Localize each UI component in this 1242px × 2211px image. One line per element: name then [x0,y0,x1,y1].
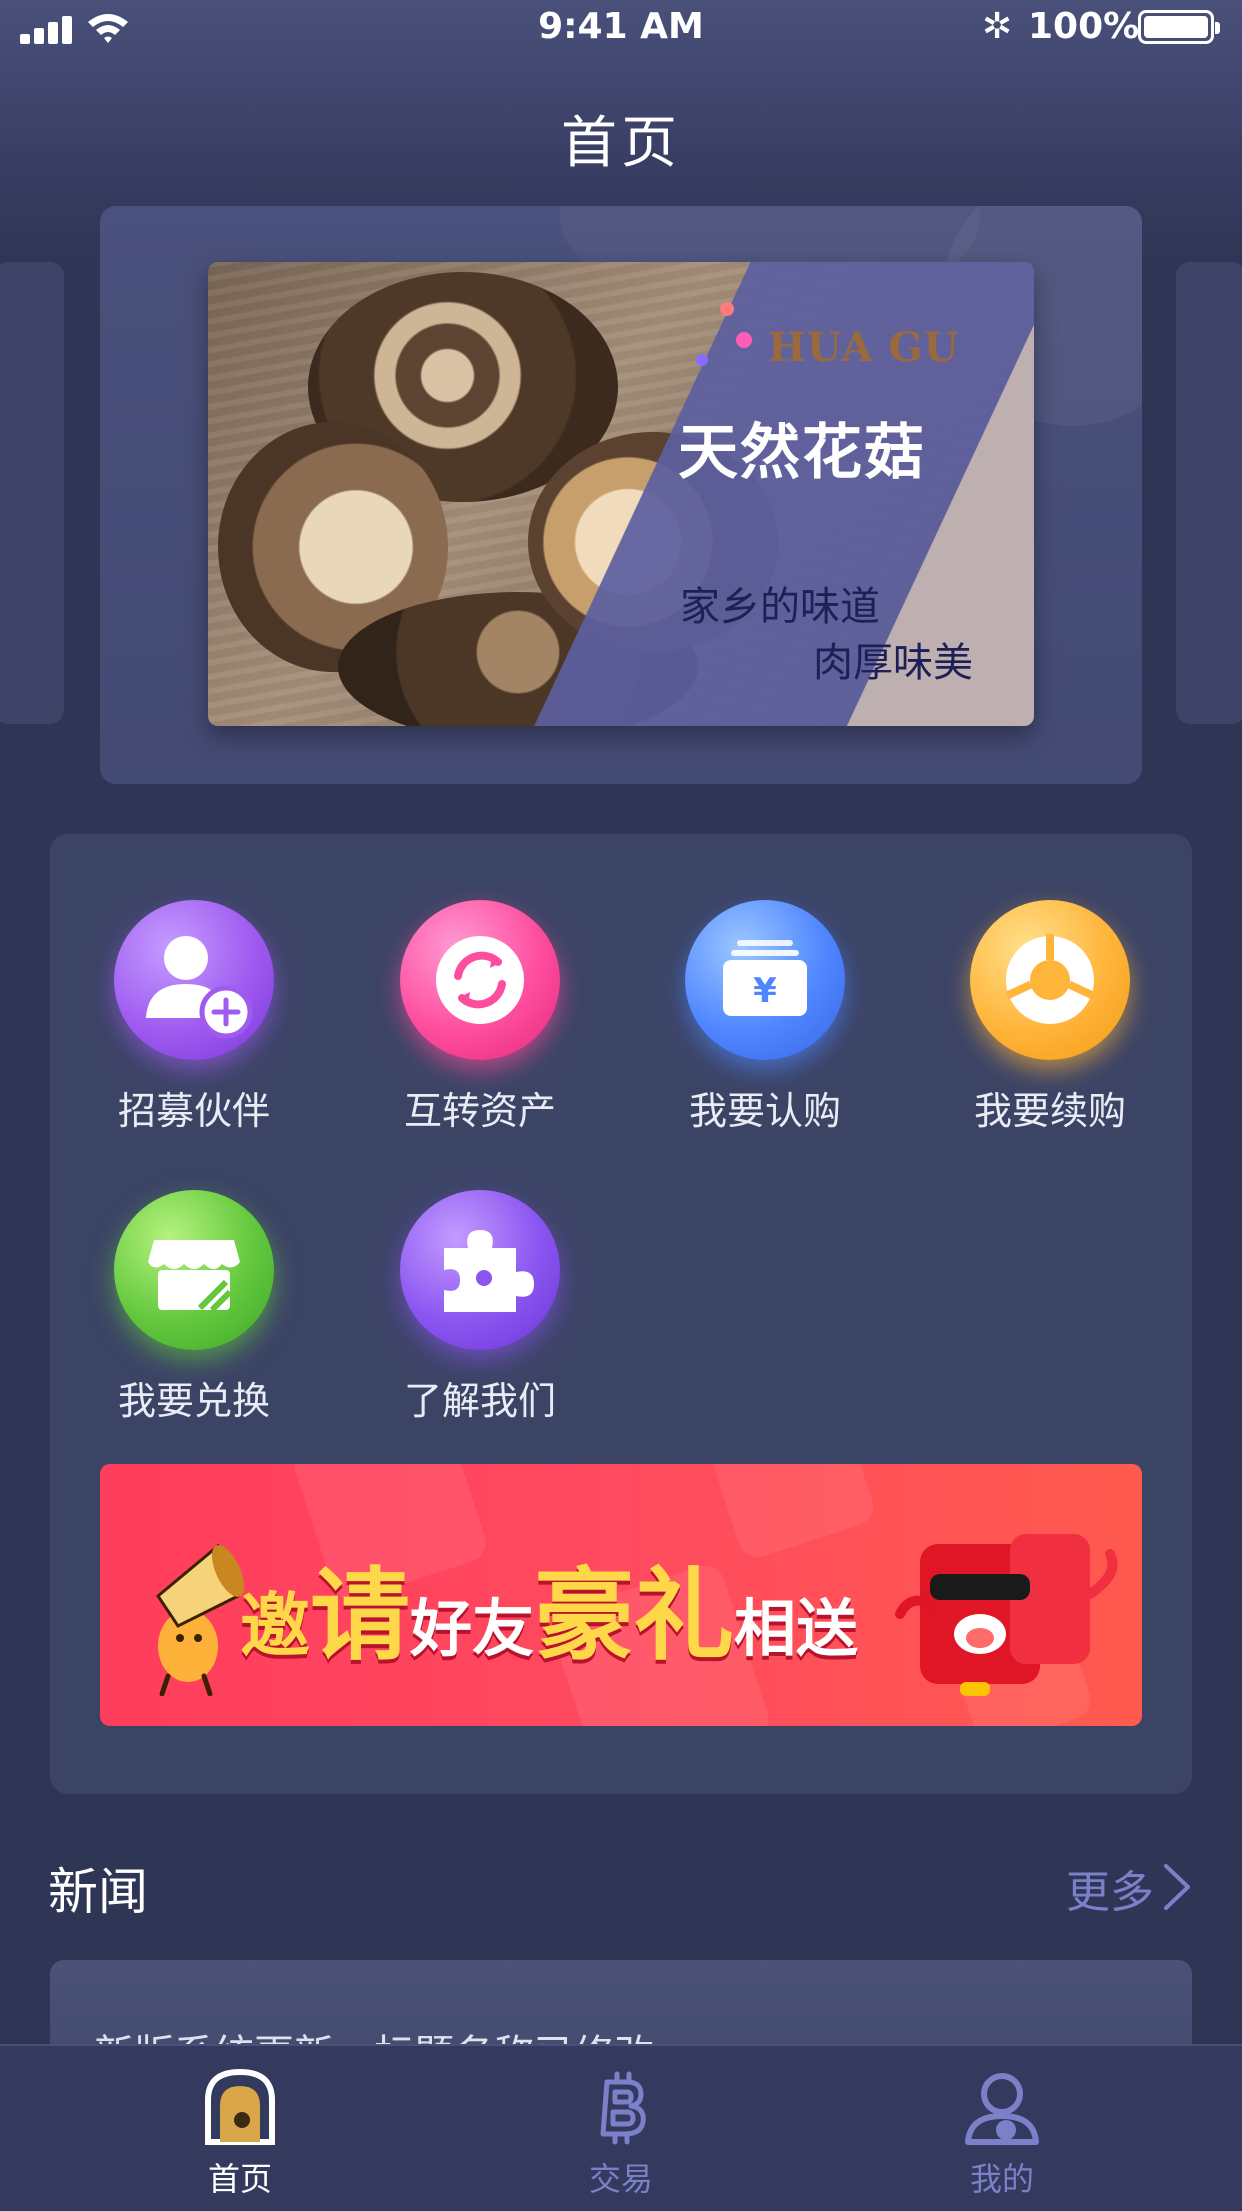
bluetooth-icon: ✲ [982,6,1013,47]
feature-transfer-assets[interactable]: 互转资产 [370,900,590,1160]
svg-text:¥: ¥ [753,971,777,1011]
feature-label: 我要续购 [973,1089,1126,1133]
feature-label: 我要兑换 [117,1379,270,1423]
feature-label: 招募伙伴 [117,1089,270,1133]
store-icon [148,1240,240,1313]
tab-bar: 首页 交易 我的 [0,2044,1242,2211]
feature-subscribe[interactable]: ¥ 我要认购 [655,900,875,1160]
subscribe-icon: ¥ [723,940,807,1016]
user-icon [965,2073,1039,2145]
feature-label: 我要认购 [688,1089,841,1133]
banner-brand: HUA GU [768,324,960,371]
feature-renew[interactable]: 我要续购 [940,900,1160,1160]
carousel-prev-card[interactable] [0,262,64,724]
renew-icon [1005,934,1095,1024]
feature-label: 互转资产 [403,1089,556,1133]
mushroom-banner[interactable]: HUA GU 天然花菇 家乡的味道 肉厚味美 [208,262,1034,726]
carousel-next-card[interactable] [1176,262,1242,724]
banner-tagline-2: 肉厚味美 [813,640,973,686]
tab-label: 我的 [969,2160,1034,2198]
bitcoin-icon [600,2071,646,2145]
battery-icon [1138,10,1220,44]
feature-recruit-partner[interactable]: 招募伙伴 [84,900,304,1160]
feature-about-us[interactable]: 了解我们 [370,1190,590,1450]
tab-home[interactable]: 首页 [140,2066,340,2206]
invite-text: 邀请好友豪礼相送 [240,1557,859,1674]
status-bar: 9:41 AM ✲ 100% [0,0,1242,56]
home-icon [205,2068,275,2145]
tab-label: 交易 [588,2160,653,2198]
tab-trade[interactable]: 交易 [521,2066,721,2206]
tab-label: 首页 [207,2160,272,2198]
invite-friends-banner[interactable]: 邀请好友豪礼相送 [100,1464,1142,1726]
puzzle-icon [444,1230,534,1312]
transfer-icon [436,936,524,1024]
chevron-right-icon[interactable] [1160,1862,1192,1912]
banner-headline: 天然花菇 [678,418,926,488]
add-user-icon [146,936,253,1039]
banner-tagline-1: 家乡的味道 [680,584,880,630]
red-envelope-mascot-icon [895,1534,1118,1696]
battery-percent: 100% [1028,6,1140,47]
feature-exchange[interactable]: 我要兑换 [84,1190,304,1450]
news-more-link[interactable]: 更多 [1066,1856,1154,1920]
page-title: 首页 [561,111,681,176]
tab-mine[interactable]: 我的 [902,2066,1102,2206]
feature-label: 了解我们 [403,1379,556,1423]
news-section-title: 新闻 [48,1863,148,1921]
